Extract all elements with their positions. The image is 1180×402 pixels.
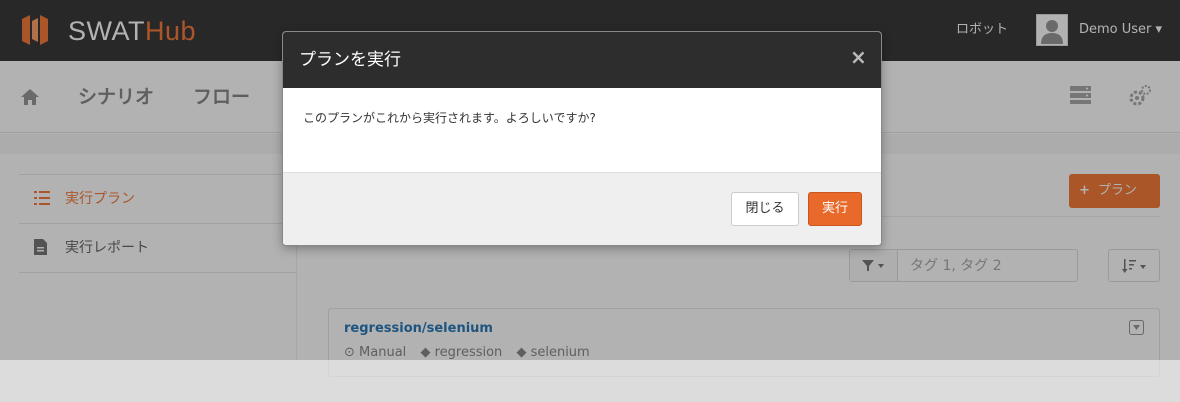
modal-footer: 閉じる 実行 <box>283 172 881 245</box>
close-button[interactable]: 閉じる <box>731 192 799 226</box>
run-button[interactable]: 実行 <box>808 192 862 226</box>
run-plan-modal: プランを実行 × このプランがこれから実行されます。よろしいですか? 閉じる 実… <box>282 31 882 246</box>
modal-header: プランを実行 × <box>283 32 881 88</box>
modal-title: プランを実行 <box>299 50 401 70</box>
backdrop-fade <box>0 360 1180 402</box>
modal-message: このプランがこれから実行されます。よろしいですか? <box>303 111 596 125</box>
close-icon[interactable]: × <box>850 46 867 68</box>
